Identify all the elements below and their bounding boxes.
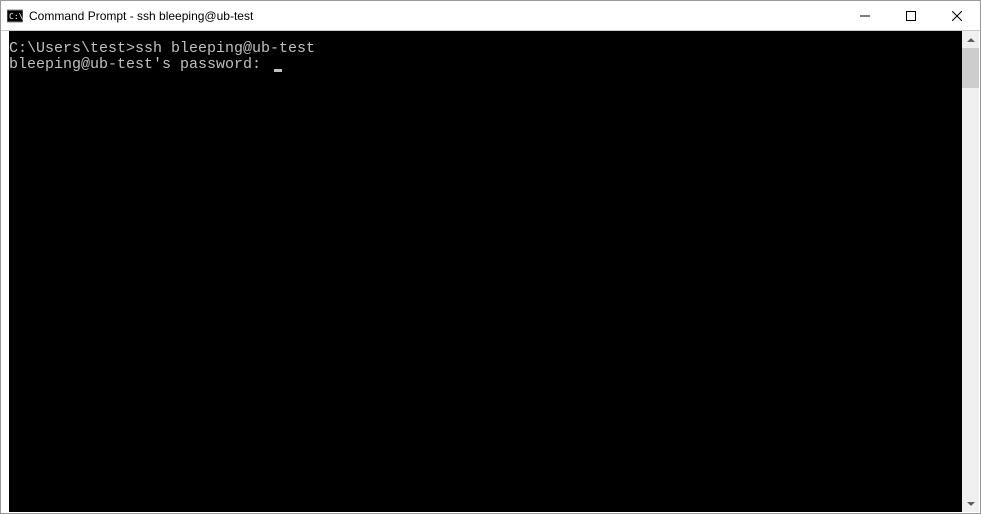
cursor [274, 69, 282, 72]
close-button[interactable] [934, 1, 980, 30]
svg-text:C:\: C:\ [9, 12, 23, 21]
console-line: bleeping@ub-test's password: [9, 57, 962, 73]
scrollbar-thumb[interactable] [962, 48, 979, 88]
prompt-text: C:\Users\test> [9, 40, 135, 57]
console-line: C:\Users\test>ssh bleeping@ub-test [9, 41, 962, 57]
scroll-down-button[interactable] [962, 495, 979, 512]
cmd-icon: C:\ [7, 8, 23, 24]
window-controls [842, 1, 980, 30]
minimize-button[interactable] [842, 1, 888, 30]
password-prompt: bleeping@ub-test's password: [9, 56, 270, 73]
scroll-up-button[interactable] [962, 31, 979, 48]
console-output[interactable]: C:\Users\test>ssh bleeping@ub-testbleepi… [9, 31, 962, 512]
console-area: C:\Users\test>ssh bleeping@ub-testbleepi… [1, 31, 980, 513]
command-prompt-window: C:\ Command Prompt - ssh bleeping@ub-tes… [0, 0, 981, 514]
command-text: ssh bleeping@ub-test [135, 40, 315, 57]
vertical-scrollbar[interactable] [962, 31, 979, 512]
window-title: Command Prompt - ssh bleeping@ub-test [29, 9, 842, 23]
maximize-button[interactable] [888, 1, 934, 30]
scrollbar-track[interactable] [962, 48, 979, 495]
titlebar[interactable]: C:\ Command Prompt - ssh bleeping@ub-tes… [1, 1, 980, 31]
